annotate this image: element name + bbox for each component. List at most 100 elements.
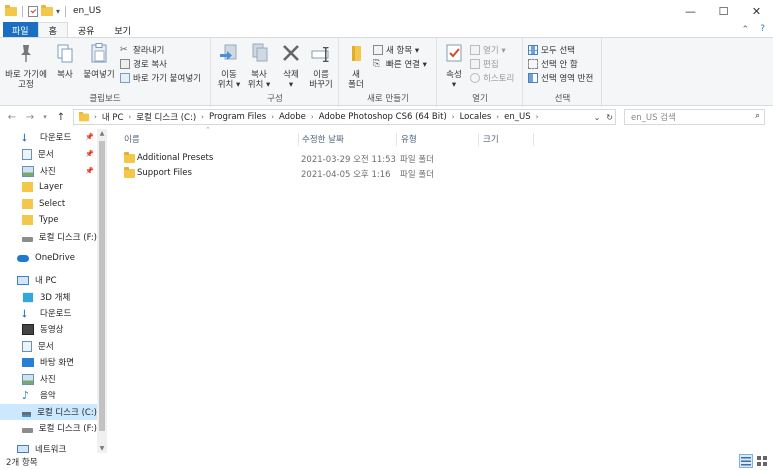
nav-item-quick-drive-f[interactable]: 로컬 디스크 (F:) <box>0 229 97 245</box>
nav-item-this-pc[interactable]: 내 PC <box>0 272 97 288</box>
nav-label: 네트워크 <box>35 445 67 453</box>
new-folder-icon[interactable] <box>41 4 53 16</box>
nav-pane-scrollbar[interactable]: ▲ ▼ <box>97 129 107 453</box>
tab-home[interactable]: 홈 <box>37 22 68 38</box>
nav-item-onedrive[interactable]: OneDrive <box>0 250 97 266</box>
select-all-button[interactable]: 모두 선택 <box>528 44 575 56</box>
properties-icon[interactable] <box>28 5 38 17</box>
nav-item-videos[interactable]: 동영상 <box>0 321 97 337</box>
nav-item-documents[interactable]: 문서 <box>0 338 97 354</box>
address-dropdown-icon[interactable]: ⌄ <box>594 113 601 122</box>
nav-item-downloads[interactable]: ⭣ 다운로드 <box>0 305 97 321</box>
copy-button[interactable]: 복사 <box>52 42 78 80</box>
help-icon[interactable]: ? <box>760 24 765 34</box>
cut-button[interactable]: ✂ 잘라내기 <box>120 44 164 56</box>
edit-button[interactable]: 편집 <box>470 58 499 70</box>
chevron-right-icon[interactable]: › <box>90 113 101 121</box>
copy-to-button[interactable]: 복사 위치 ▾ <box>245 42 273 90</box>
breadcrumb-en-us[interactable]: en_US <box>503 112 531 122</box>
file-date: 2021-04-05 오후 1:16 <box>301 170 391 180</box>
nav-item-layer[interactable]: Layer <box>0 179 97 195</box>
pin-to-quick-access-button[interactable]: 바로 가기에 고정 <box>4 42 48 90</box>
paste-shortcut-button[interactable]: 바로 가기 붙여넣기 <box>120 72 201 84</box>
chevron-right-icon[interactable]: › <box>492 113 503 121</box>
customize-toolbar-icon[interactable]: ▾ <box>56 7 60 16</box>
column-header-size[interactable]: 크기 <box>479 133 534 146</box>
large-icons-view-icon[interactable] <box>755 454 769 468</box>
back-arrow-icon[interactable]: ← <box>5 112 19 123</box>
file-row[interactable]: Support Files 2021-04-05 오후 1:16 파일 폴더 <box>122 166 492 181</box>
chevron-right-icon[interactable]: › <box>532 113 543 121</box>
up-arrow-icon[interactable]: ↑ <box>54 112 68 123</box>
breadcrumb-this-pc[interactable]: 내 PC <box>101 111 125 123</box>
nav-item-network[interactable]: 네트워크 <box>0 441 97 453</box>
chevron-right-icon[interactable]: › <box>267 113 278 121</box>
pin-icon[interactable]: 📌 <box>85 150 94 158</box>
maximize-button[interactable]: ☐ <box>707 0 740 22</box>
nav-item-desktop[interactable]: 바탕 화면 <box>0 354 97 370</box>
history-button[interactable]: 히스토리 <box>470 72 514 84</box>
chevron-right-icon[interactable]: › <box>197 113 208 121</box>
nav-item-local-disk-f[interactable]: 로컬 디스크 (F:) <box>0 420 97 436</box>
breadcrumb-local-disk-c[interactable]: 로컬 디스크 (C:) <box>135 111 197 123</box>
search-input[interactable]: en_US 검색 ⌕ <box>624 109 765 125</box>
invert-selection-label: 선택 영역 반전 <box>541 74 594 84</box>
scrollbar-thumb[interactable] <box>99 141 105 431</box>
tab-file[interactable]: 파일 <box>3 22 38 38</box>
invert-selection-button[interactable]: 선택 영역 반전 <box>528 72 593 84</box>
breadcrumb-program-files[interactable]: Program Files <box>208 112 267 122</box>
column-header-name[interactable]: 이름 <box>120 133 299 146</box>
chevron-right-icon[interactable]: › <box>448 113 459 121</box>
new-item-button[interactable]: 새 항목 ▾ <box>373 44 419 56</box>
nav-item-select[interactable]: Select <box>0 196 97 212</box>
close-button[interactable]: ✕ <box>740 0 773 22</box>
paste-icon <box>91 43 107 63</box>
breadcrumb-photoshop[interactable]: Adobe Photoshop CS6 (64 Bit) <box>318 112 448 122</box>
nav-item-quick-downloads[interactable]: ⭣ 다운로드 📌 <box>0 129 97 145</box>
move-to-icon <box>220 44 237 60</box>
nav-item-music[interactable]: ♪ 음악 <box>0 387 97 403</box>
recent-locations-icon[interactable]: ▾ <box>38 113 52 121</box>
chevron-right-icon[interactable]: › <box>307 113 318 121</box>
collapse-ribbon-icon[interactable]: ⌃ <box>741 25 749 35</box>
tab-share[interactable]: 공유 <box>68 22 105 38</box>
scroll-down-icon[interactable]: ▼ <box>97 445 107 452</box>
breadcrumb-adobe[interactable]: Adobe <box>278 112 307 122</box>
nav-item-3d-objects[interactable]: 3D 개체 <box>0 289 97 305</box>
file-type: 파일 폴더 <box>400 170 434 180</box>
details-view-icon[interactable] <box>739 454 753 468</box>
nav-item-pictures[interactable]: 사진 <box>0 371 97 387</box>
forward-arrow-icon[interactable]: → <box>23 112 37 123</box>
breadcrumb-locales[interactable]: Locales <box>459 112 493 122</box>
tab-view[interactable]: 보기 <box>104 22 141 38</box>
minimize-button[interactable]: — <box>674 0 707 22</box>
paste-button[interactable]: 붙여넣기 <box>81 42 117 80</box>
ribbon-tabs: 파일 홈 공유 보기 ⌃ ? <box>0 22 773 38</box>
chevron-right-icon[interactable]: › <box>124 113 135 121</box>
copy-path-button[interactable]: 경로 복사 <box>120 58 167 70</box>
rename-button[interactable]: 이름 바꾸기 <box>306 42 336 90</box>
nav-label: 로컬 디스크 (F:) <box>38 424 97 434</box>
properties-button[interactable]: 속성 ▾ <box>442 42 466 90</box>
pin-icon[interactable]: 📌 <box>85 133 94 141</box>
search-icon[interactable]: ⌕ <box>755 111 760 121</box>
nav-item-quick-documents[interactable]: 문서 📌 <box>0 146 97 162</box>
pin-icon[interactable]: 📌 <box>85 167 94 175</box>
nav-item-local-disk-c[interactable]: 로컬 디스크 (C:) <box>0 404 97 420</box>
nav-item-quick-pictures[interactable]: 사진 📌 <box>0 163 97 179</box>
delete-button[interactable]: 삭제 ▾ <box>278 42 304 90</box>
new-folder-button[interactable]: 새 폴더 <box>344 42 368 90</box>
column-header-date[interactable]: 수정한 날짜 <box>298 133 397 146</box>
move-to-button[interactable]: 이동 위치 ▾ <box>215 42 243 90</box>
nav-label: 3D 개체 <box>40 293 71 303</box>
open-button[interactable]: 열기 ▾ <box>470 44 506 56</box>
address-bar[interactable]: › 내 PC › 로컬 디스크 (C:) › Program Files › A… <box>73 109 616 125</box>
nav-item-type[interactable]: Type <box>0 212 97 228</box>
easy-access-button[interactable]: ⎘ 빠른 연결 ▾ <box>373 58 427 70</box>
column-header-type[interactable]: 유형 <box>397 133 479 146</box>
refresh-icon[interactable]: ↻ <box>606 113 613 122</box>
select-none-button[interactable]: 선택 안 함 <box>528 58 578 70</box>
file-row[interactable]: Additional Presets 2021-03-29 오전 11:53 파… <box>122 151 492 166</box>
scroll-up-icon[interactable]: ▲ <box>97 130 107 137</box>
file-type: 파일 폴더 <box>400 155 434 165</box>
